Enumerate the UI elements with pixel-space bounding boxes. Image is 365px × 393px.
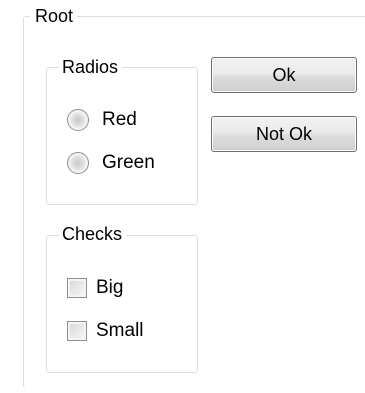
checks-groupbox <box>46 235 198 373</box>
radio-green-label[interactable]: Green <box>102 152 155 174</box>
checkbox-big-label[interactable]: Big <box>96 277 123 299</box>
root-groupbox-title: Root <box>30 5 78 27</box>
radio-red[interactable]: Red <box>67 109 137 131</box>
checkbox-small-label[interactable]: Small <box>96 320 144 342</box>
checkbox-big-indicator[interactable] <box>67 278 87 298</box>
radio-green[interactable]: Green <box>67 152 155 174</box>
checks-groupbox-title: Checks <box>59 223 127 245</box>
not-ok-button[interactable]: Not Ok <box>211 116 357 152</box>
radio-red-label[interactable]: Red <box>102 109 137 131</box>
ok-button[interactable]: Ok <box>211 57 357 93</box>
checkbox-small[interactable]: Small <box>67 320 144 342</box>
checkbox-big[interactable]: Big <box>67 277 123 299</box>
radios-groupbox <box>46 67 198 205</box>
radio-red-indicator[interactable] <box>67 109 89 131</box>
radios-groupbox-title: Radios <box>59 56 123 78</box>
radio-green-indicator[interactable] <box>67 152 89 174</box>
checkbox-small-indicator[interactable] <box>67 321 87 341</box>
